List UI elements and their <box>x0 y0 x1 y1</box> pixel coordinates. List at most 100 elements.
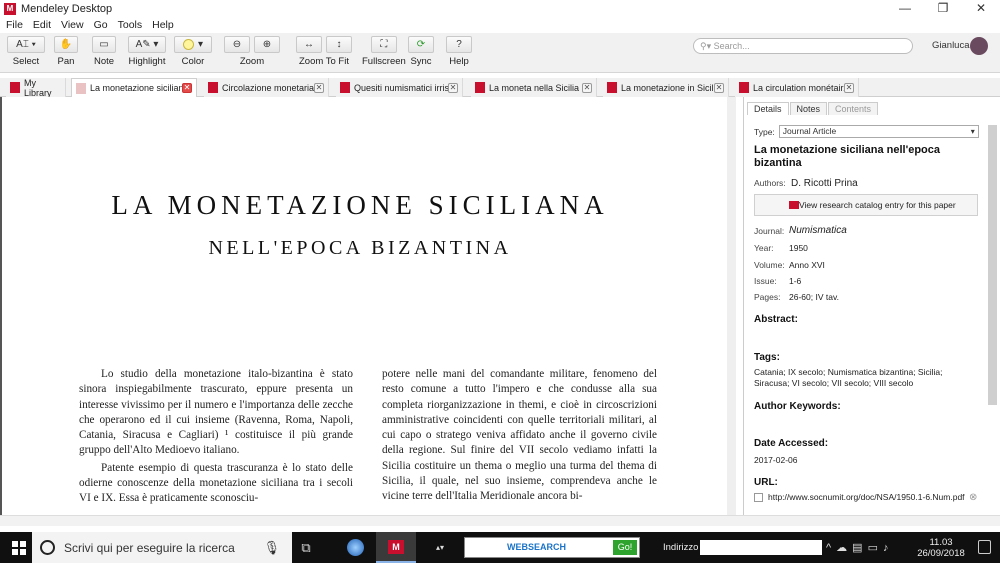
menu-go[interactable]: Go <box>94 19 108 31</box>
pdf-icon <box>607 82 617 93</box>
fullscreen-icon[interactable]: ⛶ <box>370 36 397 53</box>
hand-icon[interactable]: ✋ <box>54 36 78 53</box>
volume-value[interactable]: Anno XVI <box>789 260 825 270</box>
tab-label: Circolazione monetaria... <box>222 82 322 93</box>
pan-tool[interactable]: ✋ Pan <box>54 36 78 67</box>
date-accessed-value[interactable]: 2017-02-06 <box>754 455 797 465</box>
year-value[interactable]: 1950 <box>789 243 808 253</box>
tags-value[interactable]: Catania; IX secolo; Numismatica bizantin… <box>754 367 969 388</box>
color-tool[interactable]: ▾ Color <box>174 36 212 67</box>
network-icon[interactable]: ▤ <box>852 542 867 554</box>
journal-label: Journal: <box>754 226 785 236</box>
tab-contents[interactable]: Contents <box>828 102 879 115</box>
tab-document-5[interactable]: La monetazione in Sicil... ✕ <box>603 78 729 97</box>
zoom-in-icon[interactable]: ⊕ <box>254 36 280 53</box>
pages-label: Pages: <box>754 292 781 302</box>
websearch-toolbar[interactable]: WEBSEARCH Go! <box>464 537 640 558</box>
tab-details[interactable]: Details <box>747 102 789 115</box>
menu-view[interactable]: View <box>61 19 84 31</box>
sync-tool[interactable]: ⟳ Sync <box>408 36 434 67</box>
sync-icon[interactable]: ⟳ <box>408 36 434 53</box>
pages-value[interactable]: 26-60; IV tav. <box>789 292 839 302</box>
taskbar-app-mendeley[interactable]: M <box>376 532 416 563</box>
maximize-icon[interactable]: ❐ <box>924 0 962 17</box>
menu-file[interactable]: File <box>6 19 23 31</box>
window-title: Mendeley Desktop <box>21 2 113 15</box>
windows-start-icon[interactable] <box>12 541 26 555</box>
zoom-to-fit-tool[interactable]: ↔ ↕ Zoom To Fit <box>296 36 352 67</box>
search-icon: ⚲▾ <box>700 41 714 51</box>
close-tab-icon[interactable]: ✕ <box>182 83 192 93</box>
sync-label: Sync <box>410 56 432 67</box>
fit-width-icon[interactable]: ↔ <box>296 36 322 53</box>
authors-row: Authors: D. Ricotti Prina <box>754 178 858 189</box>
taskbar-search[interactable]: Scrivi qui per eseguire la ricerca 🎙 <box>32 532 292 563</box>
authors-value[interactable]: D. Ricotti Prina <box>791 178 858 189</box>
fullscreen-tool[interactable]: ⛶ Fullscreen <box>362 36 406 67</box>
close-tab-icon[interactable]: ✕ <box>448 82 458 93</box>
avatar[interactable] <box>970 37 988 55</box>
microphone-icon[interactable]: 🎙 <box>263 540 280 556</box>
close-tab-icon[interactable]: ✕ <box>844 82 854 93</box>
tab-document-2[interactable]: Circolazione monetaria... ✕ <box>204 78 329 97</box>
horizontal-scrollbar[interactable] <box>0 515 1000 526</box>
pdf-viewer[interactable]: LA MONETAZIONE SICILIANA NELL'EPOCA BIZA… <box>0 97 736 515</box>
tab-notes[interactable]: Notes <box>789 102 828 115</box>
menu-tools[interactable]: Tools <box>118 19 143 31</box>
menu-edit[interactable]: Edit <box>33 19 51 31</box>
fit-height-icon[interactable]: ↕ <box>326 36 352 53</box>
viewer-scrollbar[interactable] <box>727 97 736 515</box>
url-value[interactable]: http://www.socnumit.org/doc/NSA/1950.1-6… <box>768 492 965 502</box>
paper-title[interactable]: La monetazione siciliana nell'epoca biza… <box>754 144 974 169</box>
mendeley-icon <box>789 201 799 209</box>
cloud-icon[interactable]: ☁ <box>836 542 852 554</box>
tab-document-1[interactable]: La monetazione sicilian... ✕ <box>71 78 197 97</box>
select-tool[interactable]: A⌶ ▾ Select <box>7 36 45 67</box>
type-value: Journal Article <box>782 126 837 136</box>
tab-document-4[interactable]: La moneta nella Sicilia ... ✕ <box>471 78 597 97</box>
user-name[interactable]: Gianluca <box>932 40 970 51</box>
task-view-icon[interactable]: ⧉ <box>294 537 318 559</box>
menu-help[interactable]: Help <box>152 19 174 31</box>
journal-value[interactable]: Numismatica <box>789 225 847 236</box>
address-input[interactable] <box>700 540 822 555</box>
paragraph: Lo studio della monetazione italo-bizant… <box>79 368 353 457</box>
tab-document-6[interactable]: La circulation monétair... ✕ <box>735 78 859 97</box>
tab-document-3[interactable]: Quesiti numismatici irris... ✕ <box>336 78 463 97</box>
pdf-icon <box>739 82 749 93</box>
clock[interactable]: 11.03 26/09/2018 <box>912 537 970 559</box>
system-tray[interactable]: ^☁▤▭♪ <box>826 541 893 554</box>
highlight-label: Highlight <box>128 56 166 67</box>
issue-value[interactable]: 1-6 <box>789 276 801 286</box>
date-accessed-heading: Date Accessed: <box>754 438 829 449</box>
minimize-icon[interactable]: — <box>886 0 924 17</box>
highlight-pen-icon[interactable]: A✎ ▾ <box>128 36 166 53</box>
highlight-tool[interactable]: A✎ ▾ Highlight <box>128 36 166 67</box>
select-cursor-icon[interactable]: A⌶ ▾ <box>7 36 45 53</box>
close-tab-icon[interactable]: ✕ <box>314 82 324 93</box>
tab-my-library[interactable]: My Library <box>6 78 66 98</box>
websearch-go-button[interactable]: Go! <box>613 540 637 555</box>
help-tool[interactable]: ? Help <box>446 36 472 67</box>
close-tab-icon[interactable]: ✕ <box>582 82 592 93</box>
help-icon[interactable]: ? <box>446 36 472 53</box>
note-tool[interactable]: ▭ Note <box>92 36 116 67</box>
zoom-tool[interactable]: ⊖ ⊕ Zoom <box>224 36 280 67</box>
close-tab-icon[interactable]: ✕ <box>714 82 724 93</box>
taskbar-app-browser[interactable] <box>336 532 376 563</box>
search-input[interactable]: ⚲▾ Search... <box>693 38 913 54</box>
type-select[interactable]: Journal Article ▾ <box>778 125 979 138</box>
color-swatch-icon[interactable]: ▾ <box>174 36 212 53</box>
view-catalog-button[interactable]: View research catalog entry for this pap… <box>754 194 978 216</box>
volume-icon[interactable]: ♪ <box>883 542 894 554</box>
note-icon[interactable]: ▭ <box>92 36 116 53</box>
panel-scrollbar[interactable] <box>988 125 997 405</box>
battery-icon[interactable]: ▭ <box>868 542 883 554</box>
notification-icon[interactable] <box>978 540 991 554</box>
scroll-arrows-icon[interactable]: ▴▾ <box>428 537 452 559</box>
close-icon[interactable]: ✕ <box>962 0 1000 17</box>
remove-url-icon[interactable]: ⊗ <box>969 492 977 503</box>
zoom-out-icon[interactable]: ⊖ <box>224 36 250 53</box>
chevron-up-icon[interactable]: ^ <box>826 542 836 554</box>
clock-date: 26/09/2018 <box>917 548 965 559</box>
